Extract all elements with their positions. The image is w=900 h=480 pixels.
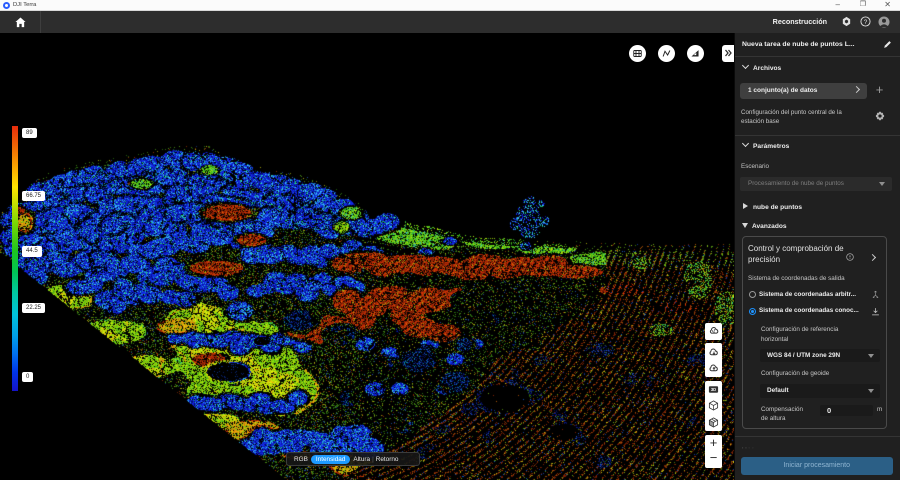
svg-text:?: ? (864, 19, 868, 26)
svg-text:3D: 3D (711, 387, 716, 392)
